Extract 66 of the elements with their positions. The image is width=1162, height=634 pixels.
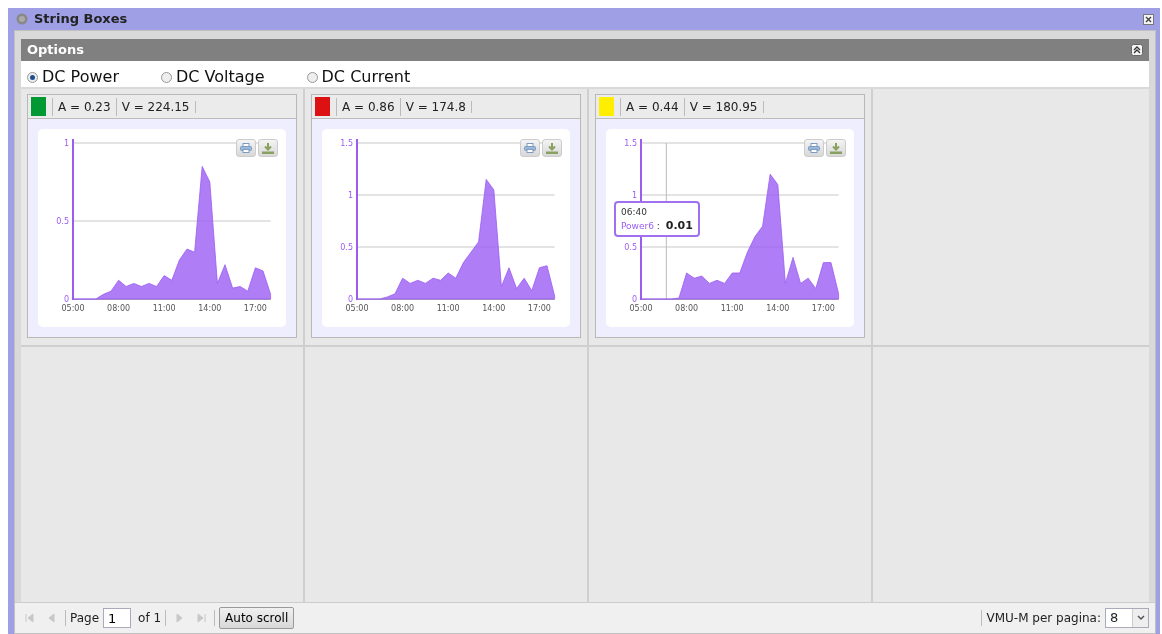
y-tick-label: 1.5 (340, 139, 353, 148)
y-tick-label: 1 (347, 191, 353, 200)
x-tick-label: 05:00 (61, 304, 85, 313)
download-button[interactable] (826, 139, 846, 157)
download-button[interactable] (258, 139, 278, 157)
x-tick-label: 08:00 (391, 304, 415, 313)
voltage-reading: V = 180.95 (683, 97, 763, 116)
tooltip-time: 06:40 (621, 206, 648, 219)
voltage-reading: V = 224.15 (115, 97, 195, 116)
y-tick-label: 1 (631, 191, 637, 200)
page-count: of 1 (138, 610, 162, 627)
x-tick-label: 08:00 (107, 304, 131, 313)
x-tick-label: 11:00 (436, 304, 460, 313)
y-tick-label: 0.5 (56, 217, 69, 226)
x-tick-label: 14:00 (198, 304, 222, 313)
per-page-label: VMU-M per pagina: (986, 610, 1101, 627)
page-label: Page (70, 610, 100, 627)
voltage-reading: V = 174.8 (399, 97, 471, 116)
x-tick-label: 11:00 (152, 304, 176, 313)
y-tick-label: 0 (347, 295, 353, 304)
collapse-icon[interactable] (1131, 44, 1143, 56)
print-button[interactable] (804, 139, 824, 157)
x-tick-label: 14:00 (766, 304, 790, 313)
radio-button[interactable] (27, 71, 38, 83)
radio-button[interactable] (160, 71, 172, 83)
current-reading: A = 0.23 (52, 97, 116, 116)
auto-scroll-button[interactable]: Auto scroll (219, 607, 295, 629)
x-tick-label: 17:00 (811, 304, 835, 313)
y-tick-label: 1 (63, 139, 69, 148)
tooltip-separator: : (656, 221, 660, 231)
x-tick-label: 17:00 (243, 304, 267, 313)
x-tick-label: 17:00 (527, 304, 551, 313)
caret-icon (1136, 615, 1145, 621)
y-tick-label: 0.5 (340, 243, 353, 252)
x-tick-label: 08:00 (675, 304, 699, 313)
download-icon (262, 142, 274, 154)
radio-button[interactable] (306, 71, 318, 83)
y-tick-label: 0 (63, 295, 69, 304)
close-icon[interactable] (1143, 13, 1154, 25)
printer-icon (524, 143, 536, 153)
download-button[interactable] (542, 139, 562, 157)
y-tick-label: 0 (631, 295, 637, 304)
download-icon (546, 142, 558, 154)
download-icon (830, 142, 842, 154)
window-title: String Boxes (34, 10, 128, 29)
printer-icon (240, 143, 252, 153)
current-reading: A = 0.44 (620, 97, 684, 116)
tooltip-value: 0.01 (665, 219, 693, 232)
tooltip-series: Power6 (621, 221, 654, 231)
radio-label[interactable]: DC Power (42, 67, 119, 87)
radio-label[interactable]: DC Current (321, 67, 411, 87)
y-tick-label: 0.5 (624, 243, 637, 252)
window-icon (16, 13, 28, 25)
x-tick-label: 05:00 (345, 304, 369, 313)
printer-icon (808, 143, 820, 153)
print-button[interactable] (520, 139, 540, 157)
x-tick-label: 05:00 (629, 304, 653, 313)
x-tick-label: 11:00 (720, 304, 744, 313)
x-tick-label: 14:00 (482, 304, 506, 313)
per-page-select[interactable]: 8 (1105, 608, 1149, 628)
y-tick-label: 1.5 (624, 139, 637, 148)
print-button[interactable] (236, 139, 256, 157)
current-reading: A = 0.86 (336, 97, 400, 116)
options-title: Options (27, 41, 84, 60)
page-input[interactable]: 1 (103, 608, 132, 628)
radio-label[interactable]: DC Voltage (175, 67, 265, 87)
